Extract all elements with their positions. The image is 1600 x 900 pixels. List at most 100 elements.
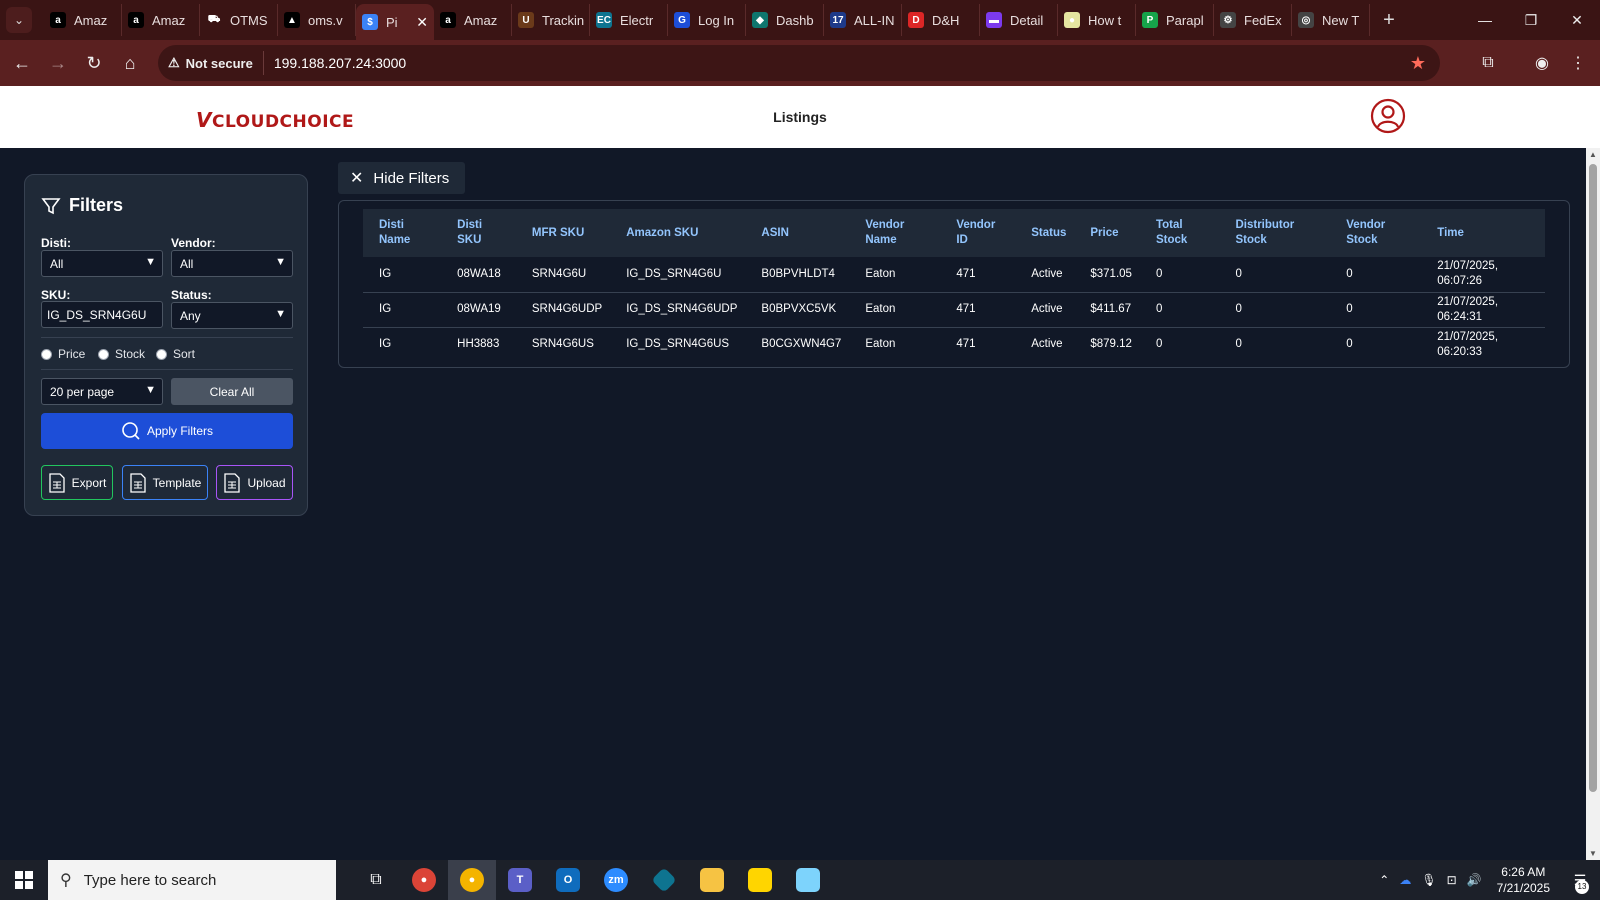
disti-select[interactable]: All ▼ <box>41 250 163 277</box>
browser-tab[interactable]: ⚙ FedEx <box>1214 4 1292 36</box>
user-account-icon[interactable] <box>1370 98 1406 134</box>
column-header[interactable]: Amazon SKU <box>610 209 745 257</box>
sku-label: SKU: <box>41 288 71 302</box>
browser-tab[interactable]: P Parapl <box>1136 4 1214 36</box>
chrome-profile-icon[interactable]: ● <box>448 860 496 900</box>
column-header[interactable]: Total Stock <box>1140 209 1220 257</box>
microphone-icon[interactable]: 🎙 <box>1421 873 1436 887</box>
task-view-icon[interactable]: ⧉ <box>352 860 400 900</box>
forward-icon[interactable]: → <box>40 45 76 81</box>
table-cell: HH3883 <box>457 338 500 351</box>
radio-circle[interactable] <box>41 348 52 360</box>
browser-tab[interactable]: D D&H <box>902 4 980 36</box>
radio-price[interactable]: Price <box>41 347 85 361</box>
browser-tab[interactable]: G Log In <box>668 4 746 36</box>
browser-tab[interactable]: ● How t <box>1058 4 1136 36</box>
browser-tab[interactable]: U Trackin <box>512 4 590 36</box>
tab-search-button[interactable]: ⌄ <box>6 7 32 33</box>
outlook-icon[interactable]: O <box>544 860 592 900</box>
security-indicator[interactable]: ⚠ Not secure <box>168 51 264 75</box>
browser-tab[interactable]: $ Pi ✕ <box>356 4 434 40</box>
close-window-icon[interactable]: ✕ <box>1554 0 1600 40</box>
apply-filters-button[interactable]: Apply Filters <box>41 413 293 449</box>
back-icon[interactable]: ← <box>4 45 40 81</box>
hide-filters-button[interactable]: ✕ Hide Filters <box>338 162 465 194</box>
column-header[interactable]: Vendor Stock <box>1330 209 1421 257</box>
table-cell: IG <box>379 267 392 280</box>
clock[interactable]: 6:26 AM 7/21/2025 <box>1497 864 1550 896</box>
reload-icon[interactable]: ↻ <box>76 45 112 81</box>
menu-icon[interactable]: ⋮ <box>1560 45 1596 81</box>
minimize-icon[interactable]: — <box>1462 0 1508 40</box>
scrollbar-thumb[interactable] <box>1589 164 1597 792</box>
home-icon[interactable]: ⌂ <box>112 45 148 81</box>
profile-icon[interactable]: ◉ <box>1524 45 1560 81</box>
cloudchoice-logo[interactable]: VCLOUDCHOICE <box>196 108 354 132</box>
column-header[interactable]: Time <box>1421 209 1545 257</box>
chevron-up-icon[interactable]: ⌃ <box>1379 873 1389 887</box>
radio-sort[interactable]: Sort <box>156 347 195 361</box>
radio-circle[interactable] <box>98 348 109 360</box>
sticky-notes-icon[interactable] <box>736 860 784 900</box>
app-diamond-icon[interactable] <box>640 860 688 900</box>
volume-icon[interactable]: 🔊 <box>1467 873 1482 887</box>
browser-tab[interactable]: 17 ALL-IN <box>824 4 902 36</box>
table-row[interactable]: IG HH3883 SRN4G6US IG_DS_SRN4G6US B0CGXWN4G7… <box>363 327 1545 362</box>
status-select[interactable]: Any ▼ <box>171 302 293 329</box>
clear-all-button[interactable]: Clear All <box>171 378 293 405</box>
browser-tab[interactable]: ◆ Dashb <box>746 4 824 36</box>
browser-tab[interactable]: ▲ oms.v <box>278 4 356 36</box>
sku-input[interactable]: IG_DS_SRN4G6U <box>41 301 163 328</box>
column-header[interactable]: Price <box>1074 209 1140 257</box>
restore-icon[interactable]: ❐ <box>1508 0 1554 40</box>
template-button[interactable]: Template <box>122 465 208 500</box>
per-page-select[interactable]: 20 per page ▼ <box>41 378 163 405</box>
notepad-icon[interactable] <box>784 860 832 900</box>
column-header[interactable]: Disti SKU <box>441 209 516 257</box>
column-header[interactable]: Status <box>1015 209 1074 257</box>
table-cell: 0 <box>1346 338 1353 351</box>
table-row[interactable]: IG 08WA18 SRN4G6U IG_DS_SRN4G6U B0BPVHLDT4 Ea… <box>363 257 1545 292</box>
scroll-up-icon[interactable]: ▲ <box>1586 150 1600 159</box>
tab-title: Dashb <box>776 12 814 28</box>
page-scrollbar[interactable]: ▲ ▼ <box>1586 148 1600 860</box>
browser-tab[interactable]: ▬ Detail <box>980 4 1058 36</box>
notification-icon[interactable]: ☰13 <box>1560 860 1600 900</box>
table-row[interactable]: IG 08WA19 SRN4G6UDP IG_DS_SRN4G6UDP B0BPVXC5… <box>363 292 1545 327</box>
browser-tab[interactable]: ◎ New T <box>1292 4 1370 36</box>
close-tab-icon[interactable]: ✕ <box>416 14 428 31</box>
zoom-icon[interactable]: zm <box>592 860 640 900</box>
column-header[interactable]: MFR SKU <box>516 209 610 257</box>
browser-tab[interactable]: a Amaz <box>122 4 200 36</box>
column-header[interactable]: ASIN <box>745 209 849 257</box>
browser-tab[interactable]: EC Electr <box>590 4 668 36</box>
taskbar-search-box[interactable]: ⚲ Type here to search <box>48 860 336 900</box>
onedrive-icon[interactable]: ☁ <box>1399 873 1411 887</box>
browser-tab[interactable]: a Amaz <box>434 4 512 36</box>
browser-tab[interactable]: ⛟ OTMS <box>200 4 278 36</box>
export-button[interactable]: Export <box>41 465 113 500</box>
url-text[interactable]: 199.188.207.24:3000 <box>274 55 406 71</box>
vendor-select[interactable]: All ▼ <box>171 250 293 277</box>
extensions-icon[interactable]: ⧉ <box>1470 45 1506 81</box>
browser-tab[interactable]: a Amaz <box>44 4 122 36</box>
file-explorer-icon[interactable] <box>688 860 736 900</box>
radio-stock[interactable]: Stock <box>98 347 145 361</box>
table-cell: IG_DS_SRN4G6UDP <box>626 303 738 315</box>
upload-button[interactable]: Upload <box>216 465 293 500</box>
column-header[interactable]: Distributor Stock <box>1219 209 1330 257</box>
table-cell: SRN4G6U <box>531 267 587 280</box>
chrome-icon[interactable]: ● <box>400 860 448 900</box>
new-tab-button[interactable]: + <box>1374 9 1404 32</box>
tab-title: Log In <box>698 12 735 28</box>
address-bar[interactable]: ⚠ Not secure 199.188.207.24:3000 ★ <box>158 45 1440 81</box>
radio-circle[interactable] <box>156 348 167 360</box>
teams-icon[interactable]: T <box>496 860 544 900</box>
scroll-down-icon[interactable]: ▼ <box>1586 849 1600 858</box>
bookmark-star-icon[interactable]: ★ <box>1410 53 1426 74</box>
column-header[interactable]: Vendor ID <box>940 209 1015 257</box>
column-header[interactable]: Disti Name <box>363 209 441 257</box>
column-header[interactable]: Vendor Name <box>849 209 940 257</box>
windows-start-icon[interactable] <box>0 860 48 900</box>
network-icon[interactable]: ⊡ <box>1447 873 1457 887</box>
